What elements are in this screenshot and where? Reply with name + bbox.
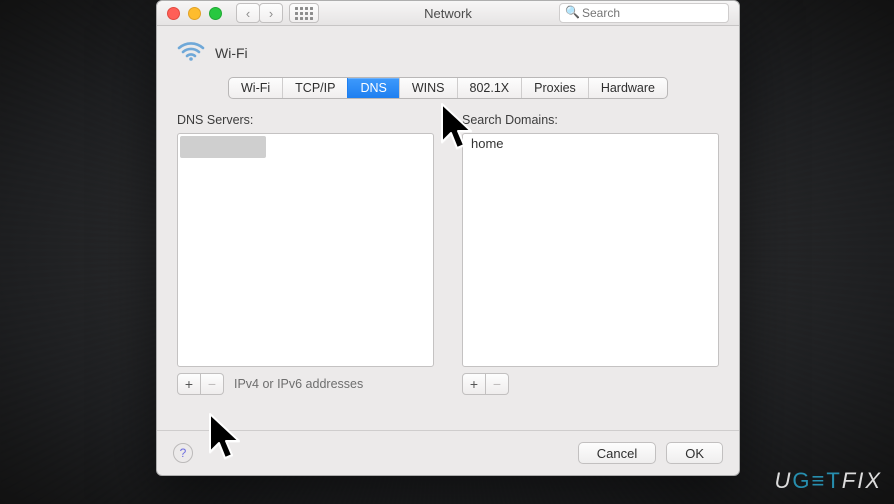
tab-dns[interactable]: DNS [347,78,398,98]
traffic-lights [167,7,222,20]
search-domains-list[interactable]: home [462,133,719,367]
cancel-button[interactable]: Cancel [578,442,656,464]
dns-servers-list[interactable] [177,133,434,367]
plus-icon: + [185,376,193,392]
dns-servers-panel: DNS Servers: + − IPv4 or IPv6 addresses [177,113,434,395]
back-button[interactable]: ‹ [236,3,260,23]
show-all-button[interactable] [289,3,319,23]
help-icon: ? [180,446,187,460]
service-header: Wi-Fi [173,26,723,77]
close-icon[interactable] [167,7,180,20]
dns-hint: IPv4 or IPv6 addresses [234,377,363,391]
ok-button[interactable]: OK [666,442,723,464]
search-domains-panel: Search Domains: home + − [462,113,719,395]
help-button[interactable]: ? [173,443,193,463]
grid-icon [295,7,313,20]
search-icon: 🔍 [565,5,580,19]
tab-hardware[interactable]: Hardware [588,78,667,98]
tab-wifi[interactable]: Wi-Fi [229,78,282,98]
nav-buttons: ‹ › [236,3,283,23]
tab-bar: Wi-Fi TCP/IP DNS WINS 802.1X Proxies Har… [173,77,723,99]
tab-proxies[interactable]: Proxies [521,78,588,98]
watermark: UG≡TFIX [774,468,882,494]
titlebar: ‹ › Network 🔍 [157,1,739,26]
zoom-icon[interactable] [209,7,222,20]
service-name: Wi-Fi [215,45,248,61]
tab-8021x[interactable]: 802.1X [457,78,522,98]
dialog-footer: ? Cancel OK [157,430,739,475]
wifi-icon [177,40,205,65]
search-input[interactable] [559,3,729,23]
network-preferences-window: ‹ › Network 🔍 [156,0,740,476]
tab-tcpip[interactable]: TCP/IP [282,78,347,98]
tab-wins[interactable]: WINS [399,78,457,98]
minimize-icon[interactable] [188,7,201,20]
dns-remove-button[interactable]: − [201,373,224,395]
forward-button[interactable]: › [259,3,283,23]
search-field-wrap: 🔍 [559,3,729,23]
list-item[interactable]: home [463,134,718,156]
dns-servers-label: DNS Servers: [177,113,434,127]
search-domains-label: Search Domains: [462,113,719,127]
plus-icon: + [470,376,478,392]
minus-icon: − [208,376,216,392]
minus-icon: − [493,376,501,392]
domain-add-button[interactable]: + [462,373,486,395]
domain-remove-button[interactable]: − [486,373,509,395]
dns-add-button[interactable]: + [177,373,201,395]
list-item[interactable] [180,136,266,158]
